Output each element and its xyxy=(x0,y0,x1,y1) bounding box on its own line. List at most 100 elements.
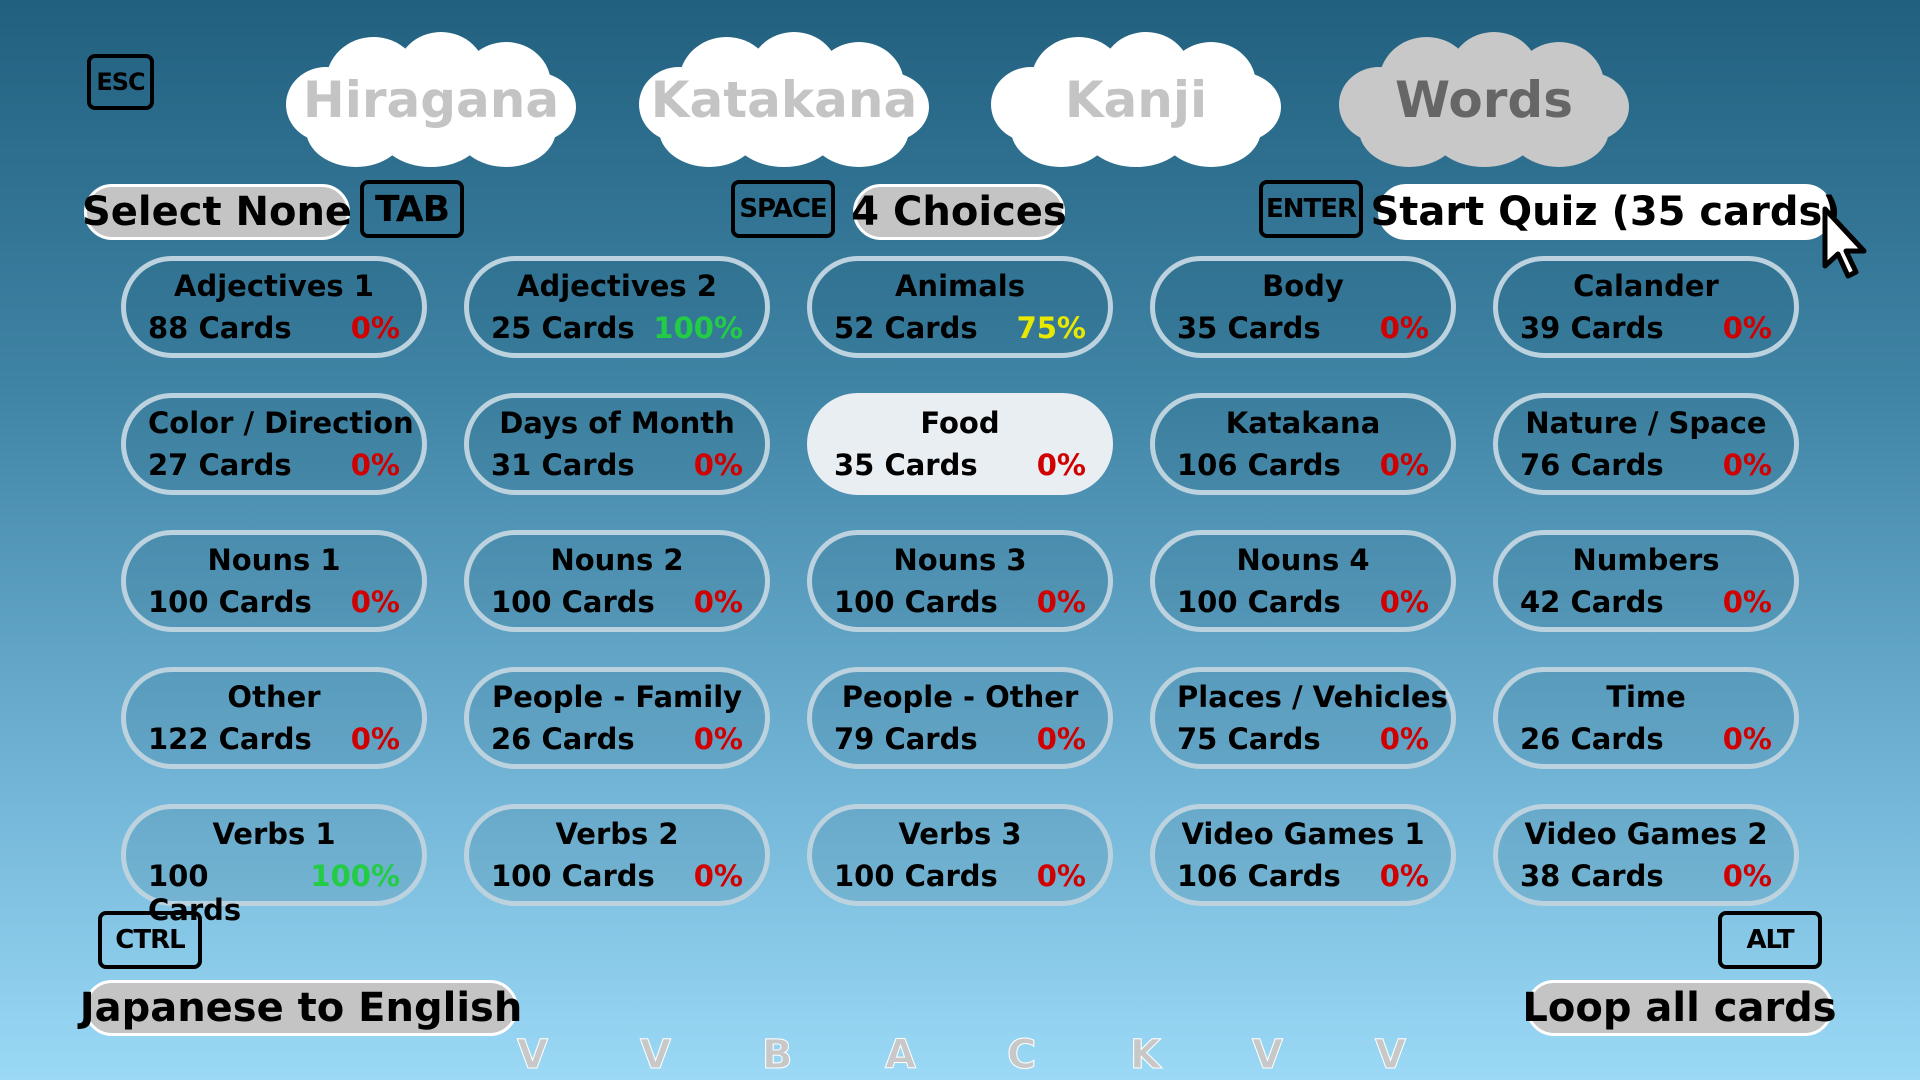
deck-card-count: 75 Cards xyxy=(1177,722,1321,756)
deck-progress: 0% xyxy=(1379,448,1429,482)
deck-name: Video Games 1 xyxy=(1181,817,1425,851)
deck-card[interactable]: Adjectives 1 88 Cards 0% xyxy=(121,256,427,358)
tab-label: Words xyxy=(1395,70,1573,129)
deck-name: Adjectives 1 xyxy=(174,269,374,303)
deck-name: Numbers xyxy=(1572,543,1720,577)
deck-card[interactable]: Video Games 2 38 Cards 0% xyxy=(1493,804,1799,906)
bottom-letter: B xyxy=(762,1032,793,1079)
bottom-letter: K xyxy=(1130,1032,1162,1079)
deck-card-count: 25 Cards xyxy=(491,311,635,345)
deck-card[interactable]: Katakana 106 Cards 0% xyxy=(1150,393,1456,495)
deck-card[interactable]: Days of Month 31 Cards 0% xyxy=(464,393,770,495)
deck-name: Food xyxy=(920,406,1000,440)
deck-name: Nouns 4 xyxy=(1236,543,1370,577)
alt-key-button[interactable]: ALT xyxy=(1718,911,1822,969)
tab-kanji[interactable]: Kanji xyxy=(991,32,1281,167)
deck-name: Places / Vehicles xyxy=(1177,680,1448,714)
deck-progress: 0% xyxy=(1379,722,1429,756)
deck-name: Katakana xyxy=(1225,406,1381,440)
deck-card[interactable]: Color / Direction 27 Cards 0% xyxy=(121,393,427,495)
deck-card[interactable]: People - Family 26 Cards 0% xyxy=(464,667,770,769)
deck-card-count: 42 Cards xyxy=(1520,585,1664,619)
deck-card[interactable]: Adjectives 2 25 Cards 100% xyxy=(464,256,770,358)
deck-card-count: 31 Cards xyxy=(491,448,635,482)
deck-name: Animals xyxy=(894,269,1026,303)
enter-key-button[interactable]: ENTER xyxy=(1259,180,1363,238)
deck-card-count: 52 Cards xyxy=(834,311,978,345)
deck-card-count: 76 Cards xyxy=(1520,448,1664,482)
deck-card-count: 35 Cards xyxy=(834,448,978,482)
choices-toggle-button[interactable]: 4 Choices xyxy=(851,184,1067,240)
deck-progress: 0% xyxy=(1722,448,1772,482)
deck-progress: 100% xyxy=(310,859,400,893)
arrow-cursor-icon xyxy=(1822,206,1867,279)
ctrl-key-button[interactable]: CTRL xyxy=(98,911,202,969)
deck-card[interactable]: Body 35 Cards 0% xyxy=(1150,256,1456,358)
deck-card[interactable]: Numbers 42 Cards 0% xyxy=(1493,530,1799,632)
bottom-letter: V xyxy=(640,1032,672,1079)
deck-progress: 0% xyxy=(1036,585,1086,619)
tab-words[interactable]: Words xyxy=(1339,32,1629,167)
deck-name: Adjectives 2 xyxy=(517,269,717,303)
deck-progress: 0% xyxy=(693,859,743,893)
deck-card-count: 100 Cards xyxy=(148,585,312,619)
deck-progress: 0% xyxy=(350,448,400,482)
deck-name: Body xyxy=(1262,269,1344,303)
deck-card-count: 100 Cards xyxy=(1177,585,1341,619)
deck-card[interactable]: Verbs 3 100 Cards 0% xyxy=(807,804,1113,906)
deck-progress: 0% xyxy=(693,722,743,756)
deck-card-count: 106 Cards xyxy=(1177,859,1341,893)
deck-name: Nature / Space xyxy=(1525,406,1767,440)
direction-toggle-button[interactable]: Japanese to English xyxy=(80,980,522,1036)
deck-name: Calander xyxy=(1573,269,1719,303)
deck-card[interactable]: Verbs 1 100 Cards 100% xyxy=(121,804,427,927)
tab-katakana[interactable]: Katakana xyxy=(639,32,929,167)
deck-card[interactable]: Nouns 3 100 Cards 0% xyxy=(807,530,1113,632)
deck-progress: 75% xyxy=(1016,311,1086,345)
deck-card[interactable]: Video Games 1 106 Cards 0% xyxy=(1150,804,1456,906)
bottom-letter: V xyxy=(1252,1032,1284,1079)
loop-toggle-button[interactable]: Loop all cards xyxy=(1522,980,1837,1036)
bottom-letter: V xyxy=(517,1032,549,1079)
start-quiz-button[interactable]: Start Quiz (35 cards) xyxy=(1370,184,1841,240)
deck-progress: 0% xyxy=(1722,311,1772,345)
tab-hiragana[interactable]: Hiragana xyxy=(286,32,576,167)
deck-card[interactable]: Time 26 Cards 0% xyxy=(1493,667,1799,769)
deck-card-count: 88 Cards xyxy=(148,311,292,345)
deck-card[interactable]: Nature / Space 76 Cards 0% xyxy=(1493,393,1799,495)
deck-card[interactable]: People - Other 79 Cards 0% xyxy=(807,667,1113,769)
deck-card-count: 100 Cards xyxy=(834,859,998,893)
esc-key-button[interactable]: ESC xyxy=(87,54,154,110)
deck-card[interactable]: Nouns 1 100 Cards 0% xyxy=(121,530,427,632)
tab-key-button[interactable]: TAB xyxy=(360,180,464,238)
deck-name: Nouns 3 xyxy=(893,543,1027,577)
deck-card[interactable]: Animals 52 Cards 75% xyxy=(807,256,1113,358)
deck-card[interactable]: Calander 39 Cards 0% xyxy=(1493,256,1799,358)
deck-progress: 0% xyxy=(350,311,400,345)
deck-card-count: 100 Cards xyxy=(834,585,998,619)
deck-card[interactable]: Places / Vehicles 75 Cards 0% xyxy=(1150,667,1456,769)
deck-card[interactable]: Nouns 2 100 Cards 0% xyxy=(464,530,770,632)
deck-card-count: 26 Cards xyxy=(1520,722,1664,756)
deck-card-count: 100 Cards xyxy=(491,859,655,893)
deck-name: Other xyxy=(227,680,321,714)
select-none-button[interactable]: Select None xyxy=(82,184,352,240)
deck-progress: 0% xyxy=(1036,859,1086,893)
space-key-button[interactable]: SPACE xyxy=(731,180,835,238)
deck-name: Color / Direction xyxy=(148,406,414,440)
deck-card[interactable]: Other 122 Cards 0% xyxy=(121,667,427,769)
deck-card[interactable]: Verbs 2 100 Cards 0% xyxy=(464,804,770,906)
deck-name: Days of Month xyxy=(499,406,735,440)
deck-progress: 0% xyxy=(1379,585,1429,619)
deck-progress: 0% xyxy=(1036,448,1086,482)
tab-label: Hiragana xyxy=(302,70,560,129)
deck-card-count: 39 Cards xyxy=(1520,311,1664,345)
deck-progress: 0% xyxy=(1722,722,1772,756)
bottom-letter: C xyxy=(1006,1032,1037,1079)
deck-card[interactable]: Nouns 4 100 Cards 0% xyxy=(1150,530,1456,632)
deck-progress: 0% xyxy=(350,722,400,756)
deck-card-count: 106 Cards xyxy=(1177,448,1341,482)
deck-card[interactable]: Food 35 Cards 0% xyxy=(807,393,1113,495)
deck-name: People - Other xyxy=(841,680,1079,714)
deck-progress: 100% xyxy=(653,311,743,345)
